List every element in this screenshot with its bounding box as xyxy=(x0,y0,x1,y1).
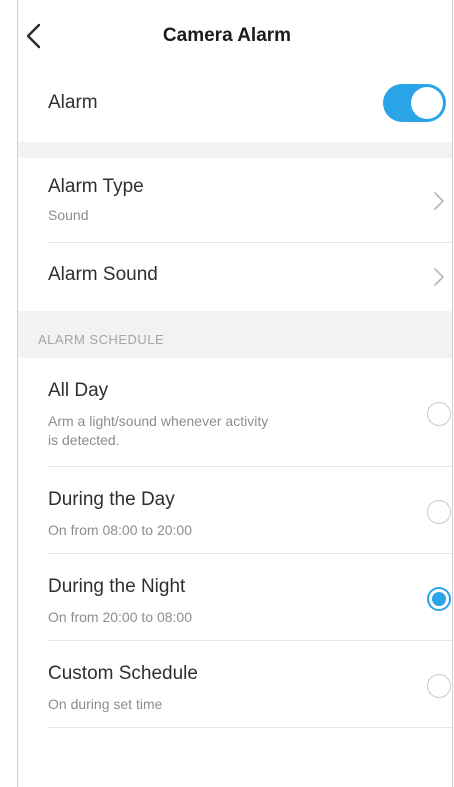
radio-during-the-day[interactable] xyxy=(427,500,451,524)
option-title: During the Night xyxy=(48,576,186,597)
radio-custom-schedule[interactable] xyxy=(427,674,451,698)
option-description: Arm a light/sound whenever activity xyxy=(48,413,269,429)
option-title: During the Day xyxy=(48,489,175,510)
alarm-type-value: Sound xyxy=(48,207,89,223)
divider xyxy=(48,727,452,728)
radio-all-day[interactable] xyxy=(427,402,451,426)
schedule-option-all-day[interactable]: All Day Arm a light/sound whenever activ… xyxy=(18,358,452,466)
schedule-option-custom[interactable]: Custom Schedule On during set time xyxy=(18,641,452,727)
schedule-section-title: ALARM SCHEDULE xyxy=(38,332,165,347)
option-title: Custom Schedule xyxy=(48,663,198,684)
schedule-option-during-the-day[interactable]: During the Day On from 08:00 to 20:00 xyxy=(18,467,452,553)
alarm-toggle[interactable] xyxy=(383,84,446,122)
option-description: On from 08:00 to 20:00 xyxy=(48,522,192,538)
alarm-sound-label: Alarm Sound xyxy=(48,264,158,285)
alarm-type-row[interactable]: Alarm Type Sound xyxy=(18,158,452,242)
option-description: On from 20:00 to 08:00 xyxy=(48,609,192,625)
radio-during-the-night[interactable] xyxy=(427,587,451,611)
chevron-right-icon xyxy=(434,192,444,210)
option-title: All Day xyxy=(48,380,109,401)
chevron-right-icon xyxy=(434,268,444,286)
alarm-label: Alarm xyxy=(48,92,98,113)
frame-border-right xyxy=(452,0,453,787)
radio-selected-dot xyxy=(432,592,446,606)
phone-screen: Camera Alarm Alarm Alarm Type Sound Alar… xyxy=(0,0,454,787)
option-description: On during set time xyxy=(48,696,163,712)
page-title: Camera Alarm xyxy=(162,25,292,46)
alarm-sound-row[interactable]: Alarm Sound xyxy=(18,243,452,311)
section-gap xyxy=(18,142,452,158)
toggle-knob xyxy=(411,87,443,119)
alarm-type-label: Alarm Type xyxy=(48,176,144,197)
schedule-option-during-the-night[interactable]: During the Night On from 20:00 to 08:00 xyxy=(18,554,452,640)
option-description-line2: is detected. xyxy=(48,432,120,448)
